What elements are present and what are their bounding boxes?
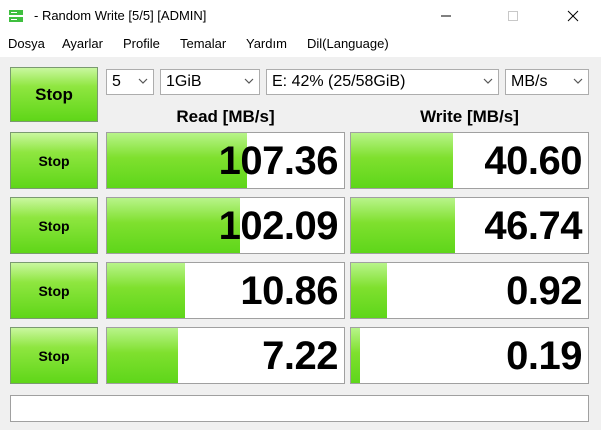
read-result-2: 102.09 bbox=[106, 197, 345, 254]
main-panel: Stop 5 1GiB E: 42% (25/58GiB) MB/s Read … bbox=[0, 57, 601, 430]
status-bar bbox=[10, 395, 589, 422]
title-bar: - Random Write [5/5] [ADMIN] bbox=[0, 0, 601, 32]
read-result-3: 10.86 bbox=[106, 262, 345, 319]
stop-all-button[interactable]: Stop bbox=[10, 67, 98, 122]
minimize-icon bbox=[440, 15, 451, 17]
write-result-3: 0.92 bbox=[350, 262, 589, 319]
unit-value: MB/s bbox=[511, 73, 548, 90]
unit-select[interactable]: MB/s bbox=[505, 69, 589, 95]
maximize-button[interactable] bbox=[490, 0, 535, 32]
write-bar-4 bbox=[351, 328, 361, 383]
write-result-4: 0.19 bbox=[350, 327, 589, 384]
write-header: Write [MB/s] bbox=[420, 107, 519, 126]
minimize-button[interactable] bbox=[423, 0, 468, 32]
write-result-1: 40.60 bbox=[350, 132, 589, 189]
stop-test-1-button[interactable]: Stop bbox=[10, 132, 98, 189]
read-bar-4 bbox=[107, 328, 179, 383]
menu-file[interactable]: Dosya bbox=[8, 36, 45, 51]
read-value-2: 102.09 bbox=[218, 204, 339, 248]
drive-select[interactable]: E: 42% (25/58GiB) bbox=[266, 69, 499, 95]
write-value-4: 0.19 bbox=[506, 334, 582, 378]
write-bar-3 bbox=[351, 263, 387, 318]
read-header: Read [MB/s] bbox=[176, 107, 275, 126]
write-value-1: 40.60 bbox=[484, 139, 582, 183]
chevron-down-icon bbox=[573, 78, 583, 84]
drive-value: E: 42% (25/58GiB) bbox=[272, 73, 406, 90]
test-size-select[interactable]: 1GiB bbox=[160, 69, 260, 95]
menu-help[interactable]: Yardım bbox=[246, 36, 287, 51]
stop-test-3-button[interactable]: Stop bbox=[10, 262, 98, 319]
menu-bar: Dosya Ayarlar Profile Temalar Yardım Dil… bbox=[0, 32, 601, 57]
write-value-2: 46.74 bbox=[484, 204, 582, 248]
app-drive-icon bbox=[8, 8, 24, 24]
write-bar-1 bbox=[351, 133, 453, 188]
menu-profile[interactable]: Profile bbox=[123, 36, 160, 51]
stop-test-4-button[interactable]: Stop bbox=[10, 327, 98, 384]
read-value-3: 10.86 bbox=[240, 269, 338, 313]
read-result-4: 7.22 bbox=[106, 327, 345, 384]
write-bar-2 bbox=[351, 198, 456, 253]
stop-test-2-button[interactable]: Stop bbox=[10, 197, 98, 254]
close-button[interactable] bbox=[550, 0, 595, 32]
maximize-icon bbox=[507, 11, 518, 21]
test-size-value: 1GiB bbox=[166, 73, 202, 90]
menu-themes[interactable]: Temalar bbox=[180, 36, 226, 51]
read-value-4: 7.22 bbox=[262, 334, 338, 378]
chevron-down-icon bbox=[483, 78, 493, 84]
read-bar-3 bbox=[107, 263, 186, 318]
test-count-value: 5 bbox=[112, 73, 121, 90]
read-value-1: 107.36 bbox=[218, 139, 339, 183]
menu-language[interactable]: Dil(Language) bbox=[307, 36, 389, 51]
close-icon bbox=[567, 10, 578, 22]
chevron-down-icon bbox=[244, 78, 254, 84]
test-count-select[interactable]: 5 bbox=[106, 69, 154, 95]
chevron-down-icon bbox=[138, 78, 148, 84]
write-result-2: 46.74 bbox=[350, 197, 589, 254]
window-title: - Random Write [5/5] [ADMIN] bbox=[34, 8, 207, 23]
menu-settings[interactable]: Ayarlar bbox=[62, 36, 103, 51]
read-result-1: 107.36 bbox=[106, 132, 345, 189]
write-value-3: 0.92 bbox=[506, 269, 582, 313]
